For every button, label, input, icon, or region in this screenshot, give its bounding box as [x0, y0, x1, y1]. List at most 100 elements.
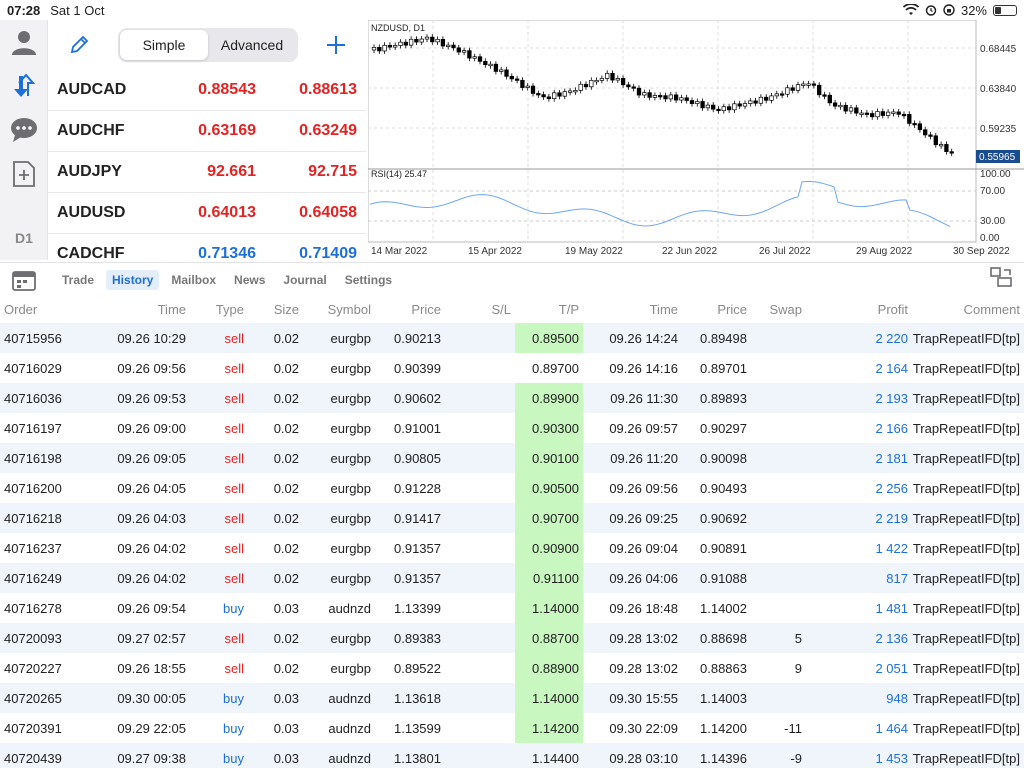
- tab-news[interactable]: News: [228, 270, 271, 290]
- cell-type: sell: [224, 510, 244, 526]
- cell-tp: 0.89500: [515, 323, 583, 353]
- cell-tp: 1.14000: [515, 683, 583, 713]
- cell-close-time: 09.30 15:55: [609, 690, 678, 706]
- table-row[interactable]: 40720439 09.27 09:38 buy 0.03 audnzd 1.13801 1…: [0, 743, 1024, 768]
- cell-price: 1.13599: [394, 720, 441, 736]
- price-chart[interactable]: 0.68445 0.63840 0.59235 0.55965 NZDUSD, D1 RS…: [367, 19, 1024, 260]
- tab-settings[interactable]: Settings: [339, 270, 398, 290]
- candle: [885, 111, 891, 116]
- chart-panel[interactable]: 0.68445 0.63840 0.59235 0.55965 NZDUSD, D1 RS…: [367, 19, 1024, 260]
- cell-comment: TrapRepeatIFD[tp]: [912, 720, 1020, 736]
- header-time[interactable]: Time: [110, 296, 190, 323]
- calendar-button[interactable]: [0, 269, 52, 291]
- candle: [631, 86, 636, 89]
- cell-symbol: audnzd: [328, 600, 371, 616]
- table-row[interactable]: 40715956 09.26 10:29 sell 0.02 eurgbp 0.90213…: [0, 323, 1024, 353]
- cell-tp: 0.91100: [515, 563, 583, 593]
- cell-comment: TrapRepeatIFD[tp]: [912, 600, 1020, 616]
- table-row[interactable]: 40716218 09.26 04:03 sell 0.02 eurgbp 0.91417…: [0, 503, 1024, 533]
- cell-sl: [445, 623, 515, 653]
- header-close-time[interactable]: Time: [583, 296, 682, 323]
- cell-comment: TrapRepeatIFD[tp]: [912, 540, 1020, 556]
- candle: [552, 92, 557, 99]
- candle: [923, 129, 928, 136]
- table-row[interactable]: 40716200 09.26 04:05 sell 0.02 eurgbp 0.91228…: [0, 473, 1024, 503]
- cell-symbol: eurgbp: [330, 330, 371, 346]
- timeframe-button[interactable]: D1: [0, 230, 48, 246]
- advanced-mode-button[interactable]: Advanced: [208, 30, 296, 60]
- header-tp[interactable]: T/P: [515, 296, 583, 323]
- header-type[interactable]: Type: [190, 296, 248, 323]
- table-row[interactable]: 40716029 09.26 09:56 sell 0.02 eurgbp 0.90399…: [0, 353, 1024, 383]
- table-row[interactable]: 40720391 09.29 22:05 buy 0.03 audnzd 1.13599 1…: [0, 713, 1024, 743]
- table-row[interactable]: 40716197 09.26 09:00 sell 0.02 eurgbp 0.91001…: [0, 413, 1024, 443]
- candle: [636, 87, 642, 96]
- candle: [446, 44, 451, 47]
- header-profit[interactable]: Profit: [806, 296, 912, 323]
- cell-type: sell: [224, 420, 244, 436]
- cell-price: 0.91357: [394, 570, 441, 586]
- cell-time: 09.27 09:38: [117, 750, 186, 766]
- simple-mode-button[interactable]: Simple: [120, 30, 208, 60]
- table-row[interactable]: 40720093 09.27 02:57 sell 0.02 eurgbp 0.89383…: [0, 623, 1024, 653]
- cell-type: buy: [223, 690, 244, 706]
- cell-profit: 2 220: [875, 330, 908, 346]
- cell-comment: TrapRepeatIFD[tp]: [912, 630, 1020, 646]
- cell-type: buy: [223, 750, 244, 766]
- candle: [658, 95, 663, 98]
- plus-icon: [327, 36, 345, 54]
- header-symbol[interactable]: Symbol: [303, 296, 375, 323]
- quote-row[interactable]: AUDCAD 0.88543 0.88613: [48, 70, 366, 111]
- table-row[interactable]: 40720227 09.26 18:55 sell 0.02 eurgbp 0.89522…: [0, 653, 1024, 683]
- layout-toggle-button[interactable]: [990, 267, 1012, 292]
- trade-button[interactable]: [8, 70, 40, 102]
- header-comment[interactable]: Comment: [912, 296, 1024, 323]
- quote-row[interactable]: AUDJPY 92.661 92.715: [48, 152, 366, 193]
- quote-row[interactable]: CADCHF 0.71346 0.71409: [48, 234, 366, 260]
- cell-time: 09.26 09:05: [117, 450, 186, 466]
- table-row[interactable]: 40716237 09.26 04:02 sell 0.02 eurgbp 0.91357…: [0, 533, 1024, 563]
- table-row[interactable]: 40716036 09.26 09:53 sell 0.02 eurgbp 0.90602…: [0, 383, 1024, 413]
- cell-order: 40716218: [4, 510, 62, 526]
- cell-tp: 0.88700: [515, 623, 583, 653]
- rsi-axis-label: 0.00: [980, 233, 1000, 244]
- cell-profit: 1 464: [875, 720, 908, 736]
- cell-tp: 0.90500: [515, 473, 583, 503]
- cell-time: 09.26 04:02: [117, 540, 186, 556]
- candle: [711, 104, 716, 110]
- tab-journal[interactable]: Journal: [277, 270, 332, 290]
- quote-row[interactable]: AUDUSD 0.64013 0.64058: [48, 193, 366, 234]
- tab-trade[interactable]: Trade: [56, 270, 100, 290]
- new-order-button[interactable]: [8, 158, 40, 190]
- header-sl[interactable]: S/L: [445, 296, 515, 323]
- cell-price: 0.90213: [394, 330, 441, 346]
- table-row[interactable]: 40716278 09.26 09:54 buy 0.03 audnzd 1.13399 1…: [0, 593, 1024, 623]
- candle: [382, 44, 387, 52]
- header-size[interactable]: Size: [248, 296, 303, 323]
- quote-row[interactable]: AUDCHF 0.63169 0.63249: [48, 111, 366, 152]
- table-row[interactable]: 40716198 09.26 09:05 sell 0.02 eurgbp 0.90805…: [0, 443, 1024, 473]
- cell-comment: TrapRepeatIFD[tp]: [912, 450, 1020, 466]
- header-swap[interactable]: Swap: [751, 296, 806, 323]
- cell-tp: 0.90300: [515, 413, 583, 443]
- candle: [817, 84, 822, 96]
- header-close-price[interactable]: Price: [682, 296, 751, 323]
- header-order[interactable]: Order: [0, 296, 110, 323]
- cell-time: 09.26 10:29: [117, 330, 186, 346]
- cell-symbol: eurgbp: [330, 420, 371, 436]
- table-row[interactable]: 40720265 09.30 00:05 buy 0.03 audnzd 1.13618 1…: [0, 683, 1024, 713]
- chat-button[interactable]: [8, 114, 40, 146]
- cell-sl: [445, 353, 515, 383]
- cell-profit: 1 481: [875, 600, 908, 616]
- table-row[interactable]: 40716249 09.26 04:02 sell 0.02 eurgbp 0.91357…: [0, 563, 1024, 593]
- candle: [488, 63, 493, 67]
- add-symbol-button[interactable]: [324, 33, 348, 57]
- account-button[interactable]: [8, 26, 40, 58]
- date-axis-label: 30 Sep 2022: [953, 246, 1010, 257]
- header-price[interactable]: Price: [375, 296, 445, 323]
- cell-time: 09.26 09:53: [117, 390, 186, 406]
- cell-close-time: 09.26 11:30: [610, 390, 678, 406]
- tab-mailbox[interactable]: Mailbox: [165, 270, 222, 290]
- edit-button[interactable]: [68, 34, 90, 56]
- tab-history[interactable]: History: [106, 269, 160, 290]
